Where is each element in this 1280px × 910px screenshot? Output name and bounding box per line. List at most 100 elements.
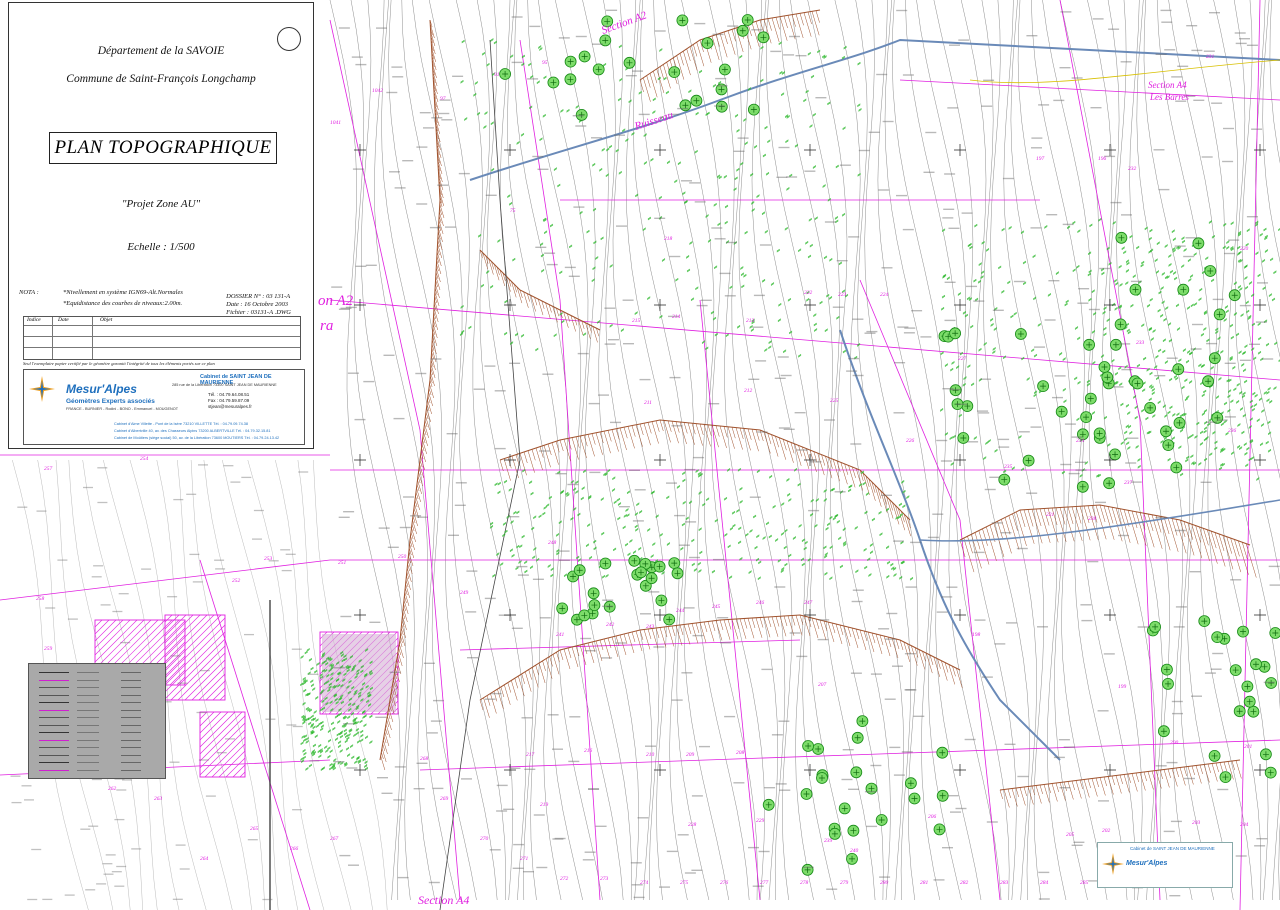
- vegetation-mark: [1239, 407, 1244, 411]
- vegetation-mark: [1269, 257, 1274, 262]
- vegetation-mark: [327, 754, 331, 759]
- legend-row: [121, 672, 141, 673]
- vegetation-mark: [577, 512, 581, 517]
- parcel-number: 199: [1118, 684, 1127, 690]
- vegetation-mark: [1178, 445, 1182, 449]
- hatch: [382, 743, 386, 752]
- vegetation-mark: [736, 509, 740, 513]
- vegetation-mark: [1087, 272, 1091, 277]
- vegetation-mark: [1001, 227, 1005, 232]
- hatch: [683, 51, 691, 76]
- hatch: [859, 629, 867, 651]
- parcel-number: 196: [1098, 156, 1107, 162]
- hatch: [397, 651, 403, 667]
- parcel-number: 279: [840, 880, 849, 886]
- vegetation-mark: [939, 408, 944, 412]
- vegetation-mark: [1168, 254, 1172, 258]
- hatch: [723, 31, 728, 45]
- vegetation-mark: [710, 310, 715, 315]
- cabinet-email[interactable]: stjean@mesuralpes.fr: [208, 404, 252, 410]
- vegetation-mark: [1162, 349, 1166, 354]
- hatch: [1163, 769, 1170, 788]
- vegetation-mark: [869, 543, 874, 547]
- vegetation-mark: [1181, 264, 1185, 268]
- vegetation-mark: [812, 113, 816, 117]
- vegetation-mark: [626, 513, 630, 517]
- title-block: Département de la SAVOIE Commune de Sain…: [8, 2, 314, 449]
- vegetation-mark: [751, 201, 755, 205]
- vegetation-mark: [1211, 234, 1216, 239]
- hatch: [547, 443, 552, 456]
- vegetation-mark: [609, 323, 613, 328]
- contour-line: [834, 0, 904, 901]
- hatch: [1035, 508, 1042, 527]
- legend-row: [39, 679, 69, 681]
- hatch: [1023, 786, 1027, 797]
- vegetation-mark: [1127, 411, 1131, 415]
- vegetation-mark: [581, 486, 585, 491]
- parcel-number: 197: [1036, 156, 1045, 162]
- vegetation-mark: [1236, 444, 1241, 449]
- legend-row: [77, 702, 99, 703]
- parcel-number: 214: [672, 313, 681, 320]
- vegetation-mark: [706, 111, 710, 116]
- vegetation-mark: [1187, 258, 1192, 263]
- vegetation-mark: [886, 560, 891, 565]
- hatch: [891, 637, 899, 659]
- vegetation-mark: [1022, 260, 1027, 265]
- vegetation-mark: [557, 183, 561, 188]
- vegetation-mark: [1157, 348, 1162, 353]
- vegetation-mark: [1245, 300, 1249, 305]
- vegetation-mark: [788, 553, 792, 558]
- vegetation-mark: [1230, 221, 1234, 225]
- parcel-number: 216: [584, 748, 593, 754]
- hatch: [567, 647, 572, 659]
- hatch: [663, 626, 668, 638]
- vegetation-mark: [978, 348, 982, 352]
- vegetation-mark: [1241, 394, 1246, 399]
- vegetation-mark: [1192, 461, 1197, 466]
- vegetation-mark: [647, 216, 652, 221]
- hatch: [663, 64, 671, 89]
- grid-cross: [804, 609, 816, 621]
- vegetation-mark: [1058, 352, 1063, 356]
- hatch: [794, 443, 802, 466]
- vegetation-mark: [857, 61, 861, 66]
- hatch: [1143, 771, 1147, 782]
- vegetation-mark: [993, 327, 997, 331]
- vegetation-mark: [1145, 416, 1149, 421]
- vegetation-mark: [652, 542, 656, 546]
- legend-row: [121, 724, 141, 726]
- legend-row: [77, 672, 99, 673]
- vegetation-mark: [813, 328, 818, 332]
- vegetation-mark: [650, 554, 654, 558]
- vegetation-mark: [543, 75, 547, 80]
- vegetation-mark: [600, 497, 604, 501]
- vegetation-mark: [1257, 322, 1261, 326]
- grid-cross: [654, 764, 666, 776]
- vegetation-mark: [902, 504, 906, 509]
- legend-row: [121, 754, 141, 756]
- vegetation-mark: [642, 227, 646, 231]
- vegetation-mark: [1152, 414, 1156, 418]
- vegetation-mark: [805, 240, 809, 245]
- vegetation-mark: [312, 725, 316, 730]
- vegetation-mark: [727, 544, 731, 549]
- section-label: ra: [320, 318, 333, 334]
- legend-row: [77, 769, 99, 771]
- vegetation-mark: [626, 490, 631, 495]
- revision-table: Indice Date Objet: [23, 316, 301, 360]
- vegetation-mark: [770, 282, 775, 286]
- hatch: [1067, 781, 1074, 800]
- vegetation-mark: [776, 248, 780, 253]
- vegetation-mark: [906, 495, 910, 499]
- vegetation-mark: [1232, 365, 1236, 370]
- vegetation-mark: [1186, 350, 1191, 354]
- vegetation-mark: [332, 727, 336, 731]
- parcel-number: 248: [548, 539, 557, 546]
- vegetation-mark: [1127, 330, 1131, 335]
- vegetation-mark: [1136, 245, 1140, 250]
- vegetation-mark: [588, 555, 593, 560]
- vegetation-mark: [978, 262, 982, 266]
- vegetation-mark: [786, 478, 790, 482]
